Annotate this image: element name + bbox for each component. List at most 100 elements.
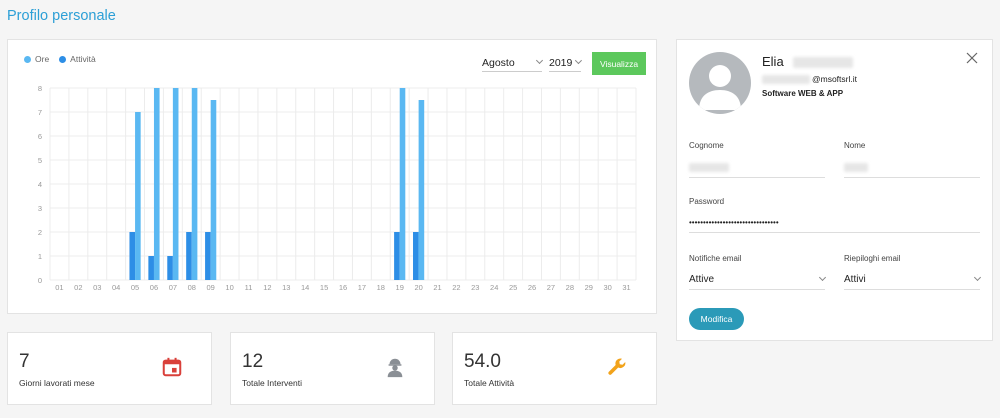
year-select-value: 2019 [549, 56, 573, 69]
month-select[interactable]: Agosto [482, 54, 544, 72]
legend-label-ore: Ore [35, 54, 50, 64]
profile-name: Elia [762, 54, 854, 69]
stat-value: 7 [19, 351, 30, 372]
calendar-icon [162, 357, 182, 377]
x-tick-label: 25 [509, 283, 517, 292]
bar-chart: 01234567801 02 03 04 05 06 07 08 09 10 11 12 13 14 15 1… [38, 84, 637, 292]
redacted-value [844, 163, 868, 172]
x-tick-label: 04 [112, 283, 120, 292]
password-label: Password [689, 197, 725, 206]
worker-icon [387, 358, 403, 378]
bar-attivita [167, 256, 173, 280]
riepiloghi-value: Attivi [844, 274, 866, 285]
stat-label: Giorni lavorati mese [19, 378, 95, 388]
stat-value: 12 [242, 351, 264, 372]
cognome-field[interactable] [689, 158, 825, 178]
riepiloghi-label: Riepiloghi email [844, 254, 901, 263]
chart-legend: Ore Attività [24, 54, 96, 64]
bar-attivita [148, 256, 154, 280]
stat-label: Totale Attività [464, 378, 515, 388]
legend-item-attivita[interactable]: Attività [59, 54, 96, 64]
stat-card-attivita: 54.0 Totale Attività [452, 332, 657, 405]
bar-ore [135, 112, 141, 280]
x-tick-label: 16 [339, 283, 347, 292]
bar-attivita [186, 232, 192, 280]
nome-field[interactable] [844, 158, 980, 178]
bar-ore [399, 88, 406, 280]
y-tick-label: 5 [38, 156, 42, 165]
x-tick-label: 19 [396, 283, 404, 292]
stat-card-days: 7 Giorni lavorati mese [7, 332, 212, 405]
bar-ore [172, 88, 179, 280]
password-field[interactable]: •••••••••••••••••••••••••••••••• [689, 213, 980, 233]
x-tick-label: 26 [528, 283, 536, 292]
y-tick-label: 6 [38, 132, 42, 141]
legend-item-ore[interactable]: Ore [24, 54, 49, 64]
bar-attivita [394, 232, 400, 280]
chevron-down-icon [973, 273, 982, 282]
visualizza-button[interactable]: Visualizza [592, 52, 646, 75]
profile-card: Elia @msoftsrl.it Software WEB & APP Cog… [676, 39, 993, 341]
bar-attivita [205, 232, 211, 280]
x-tick-label: 11 [245, 283, 253, 292]
modifica-button[interactable]: Modifica [689, 308, 744, 330]
x-tick-label: 22 [452, 283, 460, 292]
stat-label: Totale Interventi [242, 378, 303, 388]
x-tick-label: 13 [282, 283, 290, 292]
x-tick-label: 12 [263, 283, 271, 292]
x-tick-label: 07 [169, 283, 177, 292]
x-tick-label: 20 [414, 283, 422, 292]
y-tick-label: 0 [38, 276, 42, 285]
profile-first-name: Elia [762, 54, 784, 69]
x-tick-label: 03 [93, 283, 101, 292]
y-tick-label: 4 [38, 180, 42, 189]
y-tick-label: 3 [38, 204, 42, 213]
notifiche-select[interactable]: Attive [689, 270, 827, 290]
profile-email: @msoftsrl.it [762, 74, 857, 84]
y-tick-label: 2 [38, 228, 42, 237]
avatar [689, 52, 751, 114]
x-tick-label: 31 [622, 283, 630, 292]
profile-company: Software WEB & APP [762, 89, 844, 98]
bar-ore [191, 88, 198, 280]
x-tick-label: 21 [433, 283, 441, 292]
x-tick-label: 18 [377, 283, 385, 292]
nome-label: Nome [844, 141, 866, 150]
profile-email-domain: @msoftsrl.it [812, 74, 857, 84]
legend-dot-attivita [59, 55, 67, 63]
x-tick-label: 24 [490, 283, 498, 292]
legend-label-attivita: Attività [70, 54, 96, 64]
y-tick-label: 7 [38, 108, 42, 117]
x-tick-label: 17 [358, 283, 366, 292]
riepiloghi-select[interactable]: Attivi [844, 270, 982, 290]
stat-card-interventi: 12 Totale Interventi [230, 332, 435, 405]
x-tick-label: 02 [74, 283, 82, 292]
user-avatar-icon [699, 65, 741, 110]
bar-ore [418, 100, 425, 280]
x-tick-label: 08 [188, 283, 196, 292]
chevron-down-icon [535, 56, 544, 65]
bar-attivita [413, 232, 419, 280]
x-tick-label: 09 [207, 283, 215, 292]
x-tick-label: 06 [150, 283, 158, 292]
x-tick-label: 27 [547, 283, 555, 292]
chart-card: 0 1 2 3 4 5 6 7 8 01 02 03 04 05 06 07 08 09 10 11 12 13 14 15 1… [7, 39, 657, 314]
x-tick-label: 10 [225, 283, 233, 292]
bar-ore [210, 100, 217, 280]
year-select[interactable]: 2019 [549, 54, 583, 72]
redacted-value [689, 163, 729, 172]
x-tick-label: 30 [603, 283, 611, 292]
x-tick-label: 01 [55, 283, 63, 292]
legend-dot-ore [24, 55, 31, 63]
y-tick-label: 1 [38, 252, 42, 261]
month-select-value: Agosto [482, 56, 515, 69]
x-tick-label: 28 [566, 283, 574, 292]
password-value: •••••••••••••••••••••••••••••••• [689, 218, 779, 227]
chevron-down-icon [818, 273, 827, 282]
close-icon[interactable] [966, 52, 978, 64]
x-tick-label: 15 [320, 283, 328, 292]
x-tick-label: 29 [585, 283, 593, 292]
page-title: Profilo personale [7, 8, 116, 24]
redacted-surname [793, 57, 854, 69]
y-tick-label: 8 [38, 84, 42, 93]
